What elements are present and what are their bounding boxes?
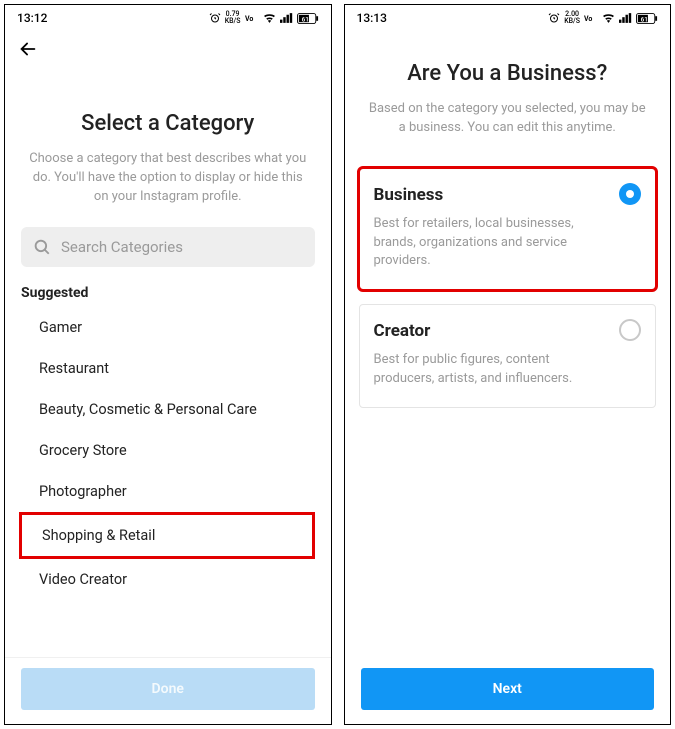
suggested-label: Suggested	[21, 285, 315, 301]
alarm-icon	[209, 12, 221, 24]
wifi-icon	[263, 13, 276, 23]
svg-text:61: 61	[641, 15, 648, 23]
option-title: Creator	[374, 321, 642, 341]
network-speed: 2.00 KB/S	[564, 11, 580, 25]
svg-text:61: 61	[301, 15, 308, 23]
done-button[interactable]: Done	[21, 668, 315, 710]
category-item[interactable]: Restaurant	[21, 348, 315, 389]
signal-icon	[280, 13, 293, 23]
search-icon	[33, 238, 51, 256]
category-item[interactable]: Photographer	[21, 471, 315, 512]
category-item[interactable]: Video Creator	[21, 559, 315, 600]
page-title: Select a Category	[21, 111, 315, 136]
status-indicators: 2.00 KB/S Vo 61	[548, 11, 658, 25]
battery-icon: 61	[636, 13, 658, 24]
category-list: Gamer Restaurant Beauty, Cosmetic & Pers…	[21, 307, 315, 600]
content-area: Select a Category Choose a category that…	[5, 71, 331, 657]
bottom-bar: Next	[345, 658, 671, 724]
status-bar: 13:13 2.00 KB/S Vo 61	[345, 5, 671, 31]
signal-icon	[619, 13, 632, 23]
nav-bar	[5, 31, 331, 71]
option-creator[interactable]: Creator Best for public figures, content…	[359, 304, 657, 408]
content-area: Are You a Business? Based on the categor…	[345, 31, 671, 422]
option-desc: Best for public figures, content produce…	[374, 351, 642, 389]
next-button[interactable]: Next	[361, 668, 655, 710]
volte-icon: Vo	[584, 13, 598, 23]
svg-text:Vo: Vo	[245, 15, 253, 23]
option-title: Business	[374, 185, 642, 205]
status-time: 13:13	[357, 11, 387, 25]
status-bar: 13:12 0.79 KB/S Vo 61	[5, 5, 331, 31]
category-item[interactable]: Gamer	[21, 307, 315, 348]
category-item[interactable]: Grocery Store	[21, 430, 315, 471]
search-placeholder: Search Categories	[61, 238, 183, 256]
status-indicators: 0.79 KB/S Vo 61	[209, 11, 319, 25]
category-item[interactable]: Shopping & Retail	[19, 512, 315, 559]
volte-icon: Vo	[245, 13, 259, 23]
screen-select-category: 13:12 0.79 KB/S Vo 61 Select a Category …	[4, 4, 332, 725]
alarm-icon	[548, 12, 560, 24]
category-item[interactable]: Beauty, Cosmetic & Personal Care	[21, 389, 315, 430]
screen-are-you-business: 13:13 2.00 KB/S Vo 61 Are You a Business…	[344, 4, 672, 725]
battery-icon: 61	[297, 13, 319, 24]
search-input[interactable]: Search Categories	[21, 227, 315, 267]
svg-text:Vo: Vo	[584, 15, 592, 23]
status-time: 13:12	[17, 11, 47, 25]
network-speed: 0.79 KB/S	[225, 11, 241, 25]
option-desc: Best for retailers, local businesses, br…	[374, 215, 642, 272]
option-business[interactable]: Business Best for retailers, local busin…	[359, 168, 657, 291]
bottom-bar: Done	[5, 657, 331, 724]
radio-selected-icon[interactable]	[619, 183, 641, 205]
wifi-icon	[602, 13, 615, 23]
back-icon[interactable]	[17, 38, 39, 64]
page-subtitle: Choose a category that best describes wh…	[21, 150, 315, 207]
page-title: Are You a Business?	[359, 61, 657, 86]
page-subtitle: Based on the category you selected, you …	[359, 100, 657, 138]
